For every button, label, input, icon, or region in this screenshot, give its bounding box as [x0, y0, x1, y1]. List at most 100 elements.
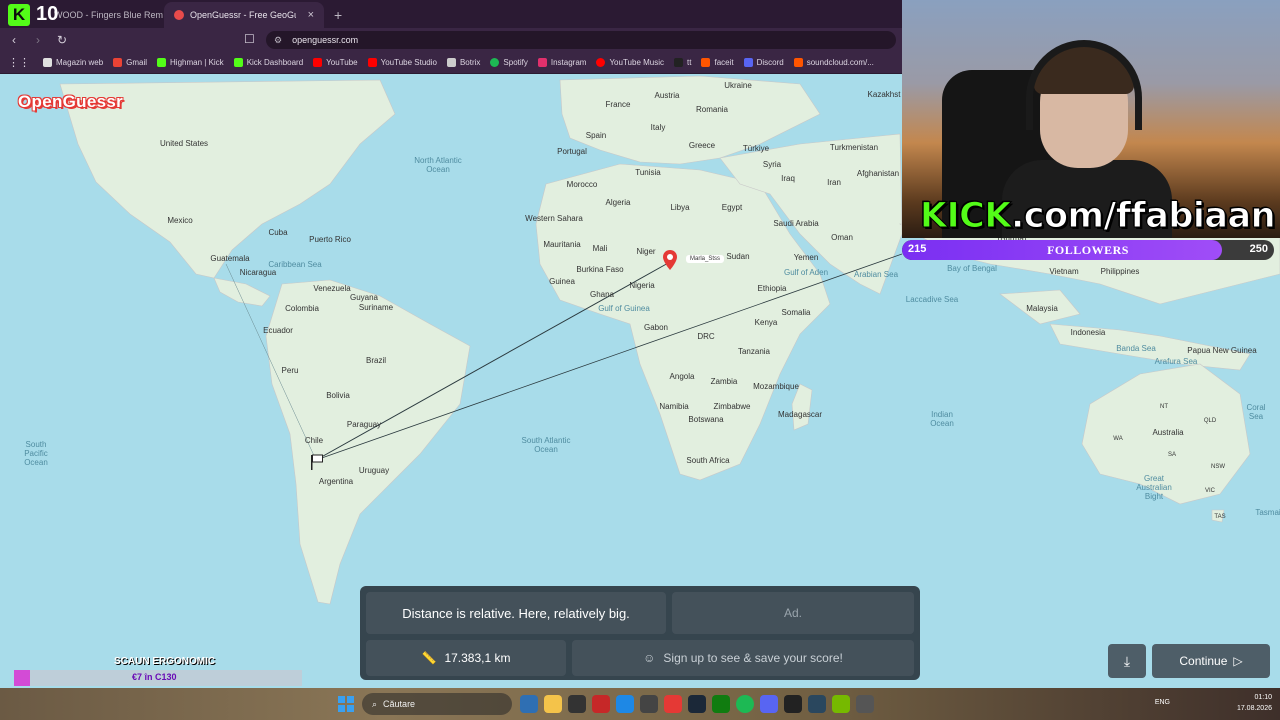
spotify-icon[interactable] [736, 695, 754, 713]
state-label: NSW [1211, 464, 1225, 470]
bookmark-item[interactable]: Kick Dashboard [229, 58, 308, 67]
bookmark-icon [43, 58, 52, 67]
download-button[interactable]: ⤓ [1108, 644, 1146, 678]
sea-label: Arabian Sea [853, 270, 899, 279]
youtube-icon [313, 58, 323, 67]
discord-icon[interactable] [760, 695, 778, 713]
edge-icon[interactable] [616, 695, 634, 713]
state-label: VIC [1204, 488, 1216, 494]
result-panel: Distance is relative. Here, relatively b… [360, 586, 920, 680]
map-label: Malaysia [1026, 304, 1058, 313]
steam-icon[interactable] [688, 695, 706, 713]
bookmark-item[interactable]: Gmail [108, 58, 152, 67]
url-field[interactable]: ⚙ openguessr.com [266, 31, 896, 49]
bookmark-item[interactable]: Instagram [533, 58, 592, 67]
bookmark-item[interactable]: YouTube [308, 58, 362, 67]
map-label: Paraguay [346, 420, 382, 429]
headset-icon [1026, 40, 1142, 130]
bookmark-item[interactable]: Discord [739, 58, 789, 67]
map-label: Afghanistan [856, 169, 900, 178]
address-bar-row: ‹ › ↻ ☐ ⚙ openguessr.com [0, 28, 902, 52]
bookmark-label: YouTube Studio [380, 58, 437, 67]
guess-flag-icon[interactable] [310, 454, 324, 470]
bookmark-label: faceit [714, 58, 734, 67]
forward-arrow-icon[interactable]: › [28, 33, 48, 47]
tab-label: WOOD - Fingers Blue Rem [54, 10, 164, 20]
tab-inactive[interactable]: WOOD - Fingers Blue Rem [44, 2, 164, 28]
xbox-icon[interactable] [712, 695, 730, 713]
download-icon: ⤓ [1123, 652, 1131, 669]
sea-label: Gulf of Guinea [598, 304, 650, 313]
terminal-icon[interactable] [640, 695, 658, 713]
map-label: Saudi Arabia [773, 219, 819, 228]
new-tab-button[interactable]: + [324, 7, 352, 28]
ocean-label: North Atlantic Ocean [414, 156, 462, 174]
map-label: Philippines [1100, 267, 1140, 276]
settings-icon[interactable] [856, 695, 874, 713]
reload-icon[interactable]: ↻ [52, 33, 72, 47]
site-settings-icon[interactable]: ⚙ [274, 35, 282, 46]
map-label: Mexico [167, 216, 193, 225]
location-pin-icon[interactable] [663, 250, 677, 270]
map-label: Burkina Faso [576, 265, 624, 274]
sea-label: Banda Sea [1116, 344, 1156, 353]
state-label: NT [1160, 404, 1168, 410]
bookmark-item[interactable]: tt [669, 58, 696, 67]
file-explorer-icon[interactable] [544, 695, 562, 713]
map-label: Peru [281, 366, 299, 375]
continue-button[interactable]: Continue ▷ [1152, 644, 1270, 678]
map-label: Italy [650, 123, 666, 132]
kick-counter: 10 [36, 3, 59, 25]
bookmark-item[interactable]: Spotify [485, 58, 532, 67]
sea-label: Laccadive Sea [905, 295, 959, 304]
opera-icon[interactable] [664, 695, 682, 713]
apps-grid-icon[interactable]: ⋮⋮ [0, 56, 38, 69]
map-label: Guatemala [210, 254, 250, 263]
bookmark-item[interactable]: Botrix [442, 58, 485, 67]
map-label: Angola [669, 372, 695, 381]
kick-logo-icon: K [8, 4, 30, 26]
bookmark-item[interactable]: Magazin web [38, 58, 108, 67]
bookmark-item[interactable]: faceit [696, 58, 738, 67]
map-label: Madagascar [777, 410, 823, 419]
bookmark-item[interactable]: soundcloud.com/... [789, 58, 879, 67]
bookmark-label: soundcloud.com/... [806, 58, 874, 67]
search-label: Căutare [383, 699, 416, 709]
soundcloud-icon [793, 58, 803, 67]
map-label: Puerto Rico [309, 235, 351, 244]
distance-value: 17.383,1 km [444, 651, 511, 665]
tab-label: OpenGuessr - Free GeoGuessr Al [190, 10, 296, 20]
bookmark-label: Magazin web [56, 58, 104, 67]
map-label: Zimbabwe [713, 402, 751, 411]
kick-icon [157, 58, 167, 67]
clock[interactable]: 01:10 17.08.2026 [1237, 692, 1272, 714]
signup-button[interactable]: ☺ Sign up to see & save your score! [572, 640, 914, 676]
windows-start-icon[interactable] [338, 696, 354, 712]
openguessr-logo[interactable]: OpenGuessr [18, 92, 123, 112]
steam-alt-icon[interactable] [808, 695, 826, 713]
map-label: Nigeria [629, 281, 655, 290]
map-label: Yemen [793, 253, 819, 262]
obs-icon[interactable] [568, 695, 586, 713]
map-label: Chile [304, 436, 324, 445]
bookmark-item[interactable]: Highman | Kick [152, 58, 229, 67]
nvidia-icon[interactable] [832, 695, 850, 713]
bookmark-icon[interactable]: ☐ [244, 32, 255, 46]
back-arrow-icon[interactable]: ‹ [4, 33, 24, 47]
user-icon: ☺ [643, 651, 656, 665]
tab-openguessr[interactable]: OpenGuessr - Free GeoGuessr Al × [164, 2, 324, 28]
capcut-icon[interactable] [784, 695, 802, 713]
task-view-icon[interactable] [520, 695, 538, 713]
bookmark-item[interactable]: YouTube Music [591, 58, 669, 67]
taskbar-search[interactable]: ⌕ Căutare [362, 693, 512, 715]
news-icon[interactable] [592, 695, 610, 713]
youtube-icon [367, 58, 377, 67]
map-label: Tanzania [737, 347, 771, 356]
openguessr-favicon-icon [174, 10, 184, 20]
map-label: Mozambique [753, 382, 799, 391]
state-label: QLD [1203, 418, 1217, 424]
close-tab-icon[interactable]: × [308, 9, 314, 21]
map-label: Libya [670, 203, 690, 212]
language-indicator[interactable]: ENG [1155, 699, 1170, 706]
bookmark-item[interactable]: YouTube Studio [363, 58, 442, 67]
